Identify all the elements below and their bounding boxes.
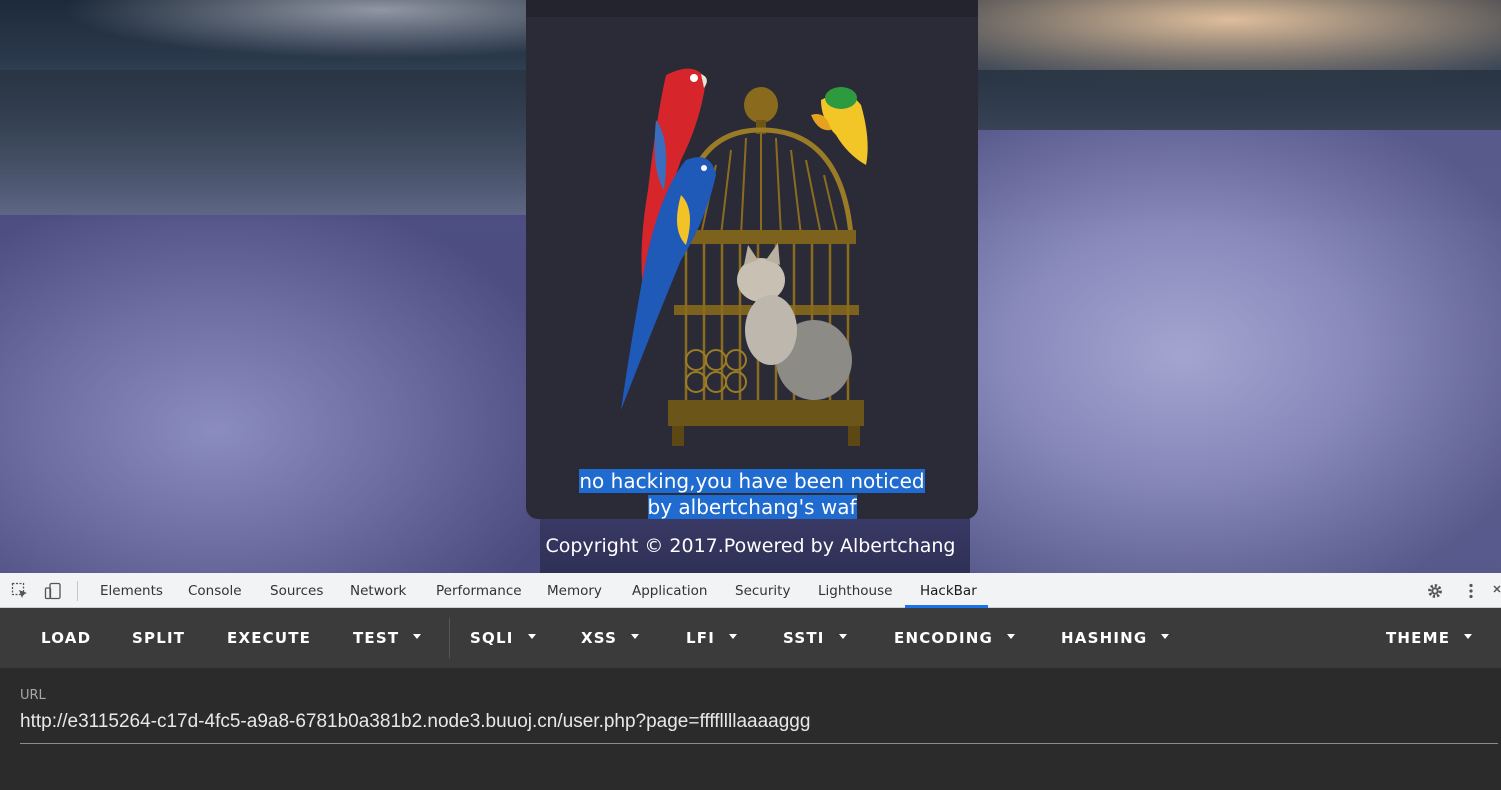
hashing-dropdown[interactable]: HASHING [1061,608,1170,668]
tab-application[interactable]: Application [632,573,707,608]
chevron-down-icon [729,634,737,639]
page-viewport: no hacking,you have been noticed by albe… [0,0,1501,573]
ssti-dropdown[interactable]: SSTI [783,608,847,668]
encoding-dropdown[interactable]: ENCODING [894,608,1016,668]
split-button[interactable]: SPLIT [132,608,185,668]
load-button[interactable]: LOAD [41,608,91,668]
background-snow-right [970,130,1501,573]
execute-button[interactable]: EXECUTE [227,608,311,668]
tab-hackbar[interactable]: HackBar [920,573,977,608]
parrots-cat-cage-image [621,68,868,446]
tab-console[interactable]: Console [188,573,242,608]
xss-dropdown[interactable]: XSS [581,608,640,668]
device-toolbar-icon[interactable] [44,582,62,600]
chevron-down-icon [527,634,536,639]
hackbar-url-panel: URL http://e3115264-c17d-4fc5-a9a8-6781b… [0,668,1501,790]
tab-security[interactable]: Security [735,573,790,608]
sqli-dropdown[interactable]: SQLI [470,608,536,668]
theme-dropdown[interactable]: THEME [1386,608,1473,668]
chevron-down-icon [1464,634,1473,639]
test-dropdown[interactable]: TEST [353,608,422,668]
chevron-down-icon [631,634,640,639]
tab-lighthouse[interactable]: Lighthouse [818,573,892,608]
devtools-tabbar: Elements Console Sources Network Perform… [0,573,1501,608]
tab-network[interactable]: Network [350,573,406,608]
more-options-icon[interactable] [1462,582,1480,600]
tab-sources[interactable]: Sources [270,573,323,608]
url-label: URL [20,688,46,703]
lfi-dropdown[interactable]: LFI [686,608,737,668]
waf-warning-text: no hacking,you have been noticed by albe… [579,469,925,519]
chevron-down-icon [1161,634,1170,639]
url-input[interactable]: http://e3115264-c17d-4fc5-a9a8-6781b0a38… [20,710,1498,744]
chevron-down-icon [1007,634,1016,639]
close-devtools-icon[interactable] [1492,582,1501,600]
chevron-down-icon [413,634,422,639]
hackbar-toolbar: LOAD SPLIT EXECUTE TEST SQLI XSS LFI SST… [0,608,1501,668]
tab-performance[interactable]: Performance [436,573,522,608]
toolbar-divider [449,618,450,658]
inspect-element-icon[interactable] [11,582,29,600]
chevron-down-icon [838,634,847,639]
settings-gear-icon[interactable] [1426,582,1444,600]
tab-elements[interactable]: Elements [100,573,163,608]
toolbar-divider [77,581,78,601]
card-header-strip [526,0,978,17]
copyright-footer: Copyright © 2017.Powered by Albertchang [545,535,956,557]
tab-memory[interactable]: Memory [547,573,602,608]
waf-warning-message: no hacking,you have been noticed by albe… [526,468,978,520]
background-snow-left [0,215,540,573]
content-card: no hacking,you have been noticed by albe… [526,0,978,519]
